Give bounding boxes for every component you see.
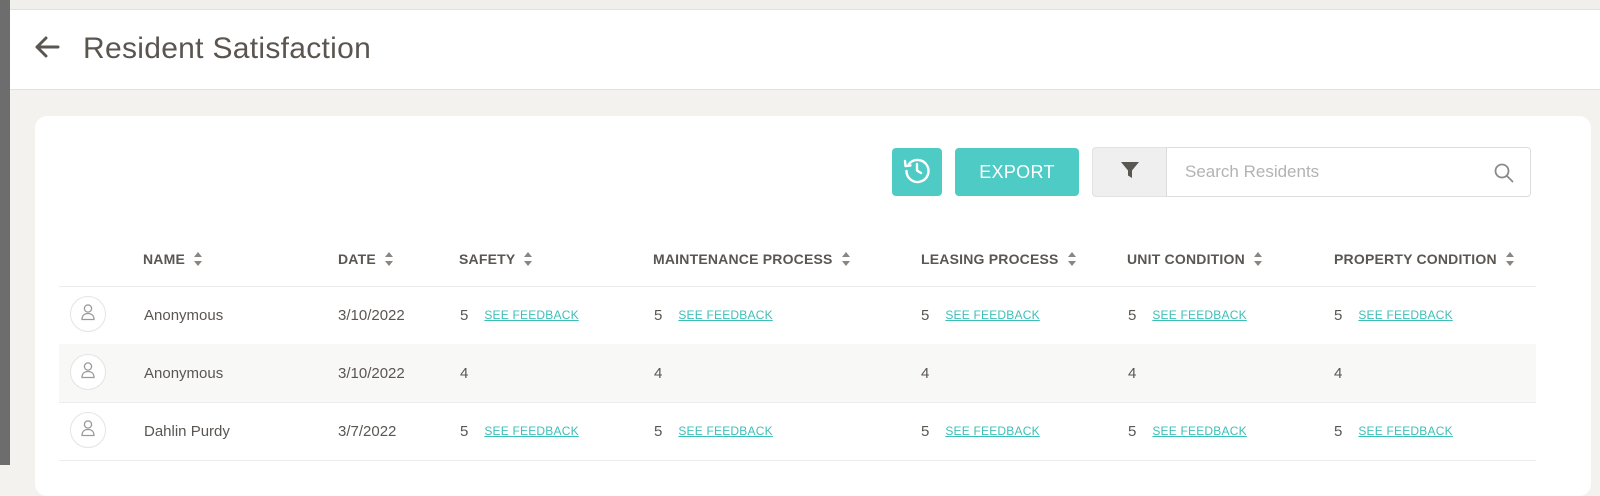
score-cell: 5 SEE FEEDBACK [1128, 286, 1247, 344]
column-header[interactable]: NAME [143, 232, 203, 286]
score-value: 4 [921, 364, 930, 382]
satisfaction-card: EXPORT NAME DATE SAFETY MAINTENANCE PROCESS… [35, 116, 1591, 496]
see-feedback-link[interactable]: SEE FEEDBACK [945, 424, 1039, 438]
score-value: 5 [460, 422, 469, 440]
left-edge-bar [0, 0, 10, 465]
score-value: 4 [654, 364, 663, 382]
column-header[interactable]: UNIT CONDITION [1127, 232, 1263, 286]
sort-icon[interactable] [193, 251, 203, 267]
score-value: 5 [921, 306, 930, 324]
see-feedback-link[interactable]: SEE FEEDBACK [1152, 424, 1246, 438]
score-value: 5 [654, 306, 663, 324]
column-header[interactable]: SAFETY [459, 232, 533, 286]
score-cell: 4 [921, 344, 929, 402]
column-header[interactable]: MAINTENANCE PROCESS [653, 232, 851, 286]
table-header: NAME DATE SAFETY MAINTENANCE PROCESS LEASING… [59, 232, 1536, 287]
column-header-label: NAME [143, 251, 186, 267]
avatar [70, 412, 106, 448]
score-cell: 5 SEE FEEDBACK [1334, 402, 1453, 460]
see-feedback-link[interactable]: SEE FEEDBACK [945, 308, 1039, 322]
score-cell: 5 SEE FEEDBACK [921, 286, 1040, 344]
score-value: 4 [1128, 364, 1137, 382]
score-value: 5 [1334, 422, 1343, 440]
search-input[interactable] [1185, 148, 1485, 196]
sort-icon[interactable] [1505, 251, 1515, 267]
column-header-label: MAINTENANCE PROCESS [653, 251, 833, 267]
column-header-label: SAFETY [459, 251, 516, 267]
column-header-label: DATE [338, 251, 376, 267]
survey-date: 3/10/2022 [338, 306, 405, 324]
sort-icon[interactable] [1253, 251, 1263, 267]
sort-icon[interactable] [384, 251, 394, 267]
avatar [70, 296, 106, 332]
see-feedback-link[interactable]: SEE FEEDBACK [678, 424, 772, 438]
score-cell: 4 [654, 344, 662, 402]
column-header-label: LEASING PROCESS [921, 251, 1059, 267]
score-value: 4 [1334, 364, 1343, 382]
score-value: 5 [1128, 422, 1137, 440]
arrow-left-icon [34, 36, 60, 63]
table-row[interactable]: Anonymous 3/10/2022 5 SEE FEEDBACK 5 SEE FEED… [59, 286, 1536, 345]
search-field [1166, 147, 1531, 197]
see-feedback-link[interactable]: SEE FEEDBACK [1358, 424, 1452, 438]
score-cell: 5 SEE FEEDBACK [654, 402, 773, 460]
user-icon [80, 361, 96, 384]
resident-name: Anonymous [144, 306, 224, 324]
score-cell: 5 SEE FEEDBACK [1334, 286, 1453, 344]
score-cell: 5 SEE FEEDBACK [460, 286, 579, 344]
score-cell: 5 SEE FEEDBACK [654, 286, 773, 344]
sort-icon[interactable] [841, 251, 851, 267]
sort-icon[interactable] [1067, 251, 1077, 267]
score-cell: 4 [1334, 344, 1342, 402]
survey-date: 3/7/2022 [338, 422, 397, 440]
survey-date: 3/10/2022 [338, 364, 405, 382]
column-header-label: UNIT CONDITION [1127, 251, 1245, 267]
sort-icon[interactable] [523, 251, 533, 267]
score-value: 4 [460, 364, 469, 382]
history-icon [902, 155, 932, 190]
see-feedback-link[interactable]: SEE FEEDBACK [1152, 308, 1246, 322]
see-feedback-link[interactable]: SEE FEEDBACK [484, 308, 578, 322]
score-cell: 5 SEE FEEDBACK [460, 402, 579, 460]
resident-name: Anonymous [144, 364, 224, 382]
back-button[interactable] [32, 34, 62, 64]
export-button[interactable]: EXPORT [955, 148, 1079, 196]
filter-button[interactable] [1092, 147, 1166, 197]
score-value: 5 [1128, 306, 1137, 324]
column-header-label: PROPERTY CONDITION [1334, 251, 1497, 267]
top-bar [10, 0, 1600, 10]
column-header[interactable]: DATE [338, 232, 394, 286]
search-icon[interactable] [1493, 162, 1515, 184]
see-feedback-link[interactable]: SEE FEEDBACK [1358, 308, 1452, 322]
history-button[interactable] [892, 148, 942, 196]
user-icon [80, 419, 96, 442]
score-cell: 4 [1128, 344, 1136, 402]
column-header[interactable]: LEASING PROCESS [921, 232, 1077, 286]
score-value: 5 [460, 306, 469, 324]
filter-icon [1120, 160, 1140, 185]
score-cell: 5 SEE FEEDBACK [921, 402, 1040, 460]
resident-name: Dahlin Purdy [144, 422, 230, 440]
column-header[interactable]: PROPERTY CONDITION [1334, 232, 1515, 286]
table-row[interactable]: Dahlin Purdy 3/7/2022 5 SEE FEEDBACK 5 SEE FE… [59, 402, 1536, 461]
score-cell: 5 SEE FEEDBACK [1128, 402, 1247, 460]
page-title: Resident Satisfaction [83, 32, 372, 65]
user-icon [80, 303, 96, 326]
see-feedback-link[interactable]: SEE FEEDBACK [678, 308, 772, 322]
page-header: Resident Satisfaction [10, 10, 1600, 90]
avatar [70, 354, 106, 390]
score-value: 5 [1334, 306, 1343, 324]
score-cell: 4 [460, 344, 468, 402]
see-feedback-link[interactable]: SEE FEEDBACK [484, 424, 578, 438]
score-value: 5 [921, 422, 930, 440]
table-row[interactable]: Anonymous 3/10/2022 4 4 4 4 4 [59, 344, 1536, 403]
score-value: 5 [654, 422, 663, 440]
